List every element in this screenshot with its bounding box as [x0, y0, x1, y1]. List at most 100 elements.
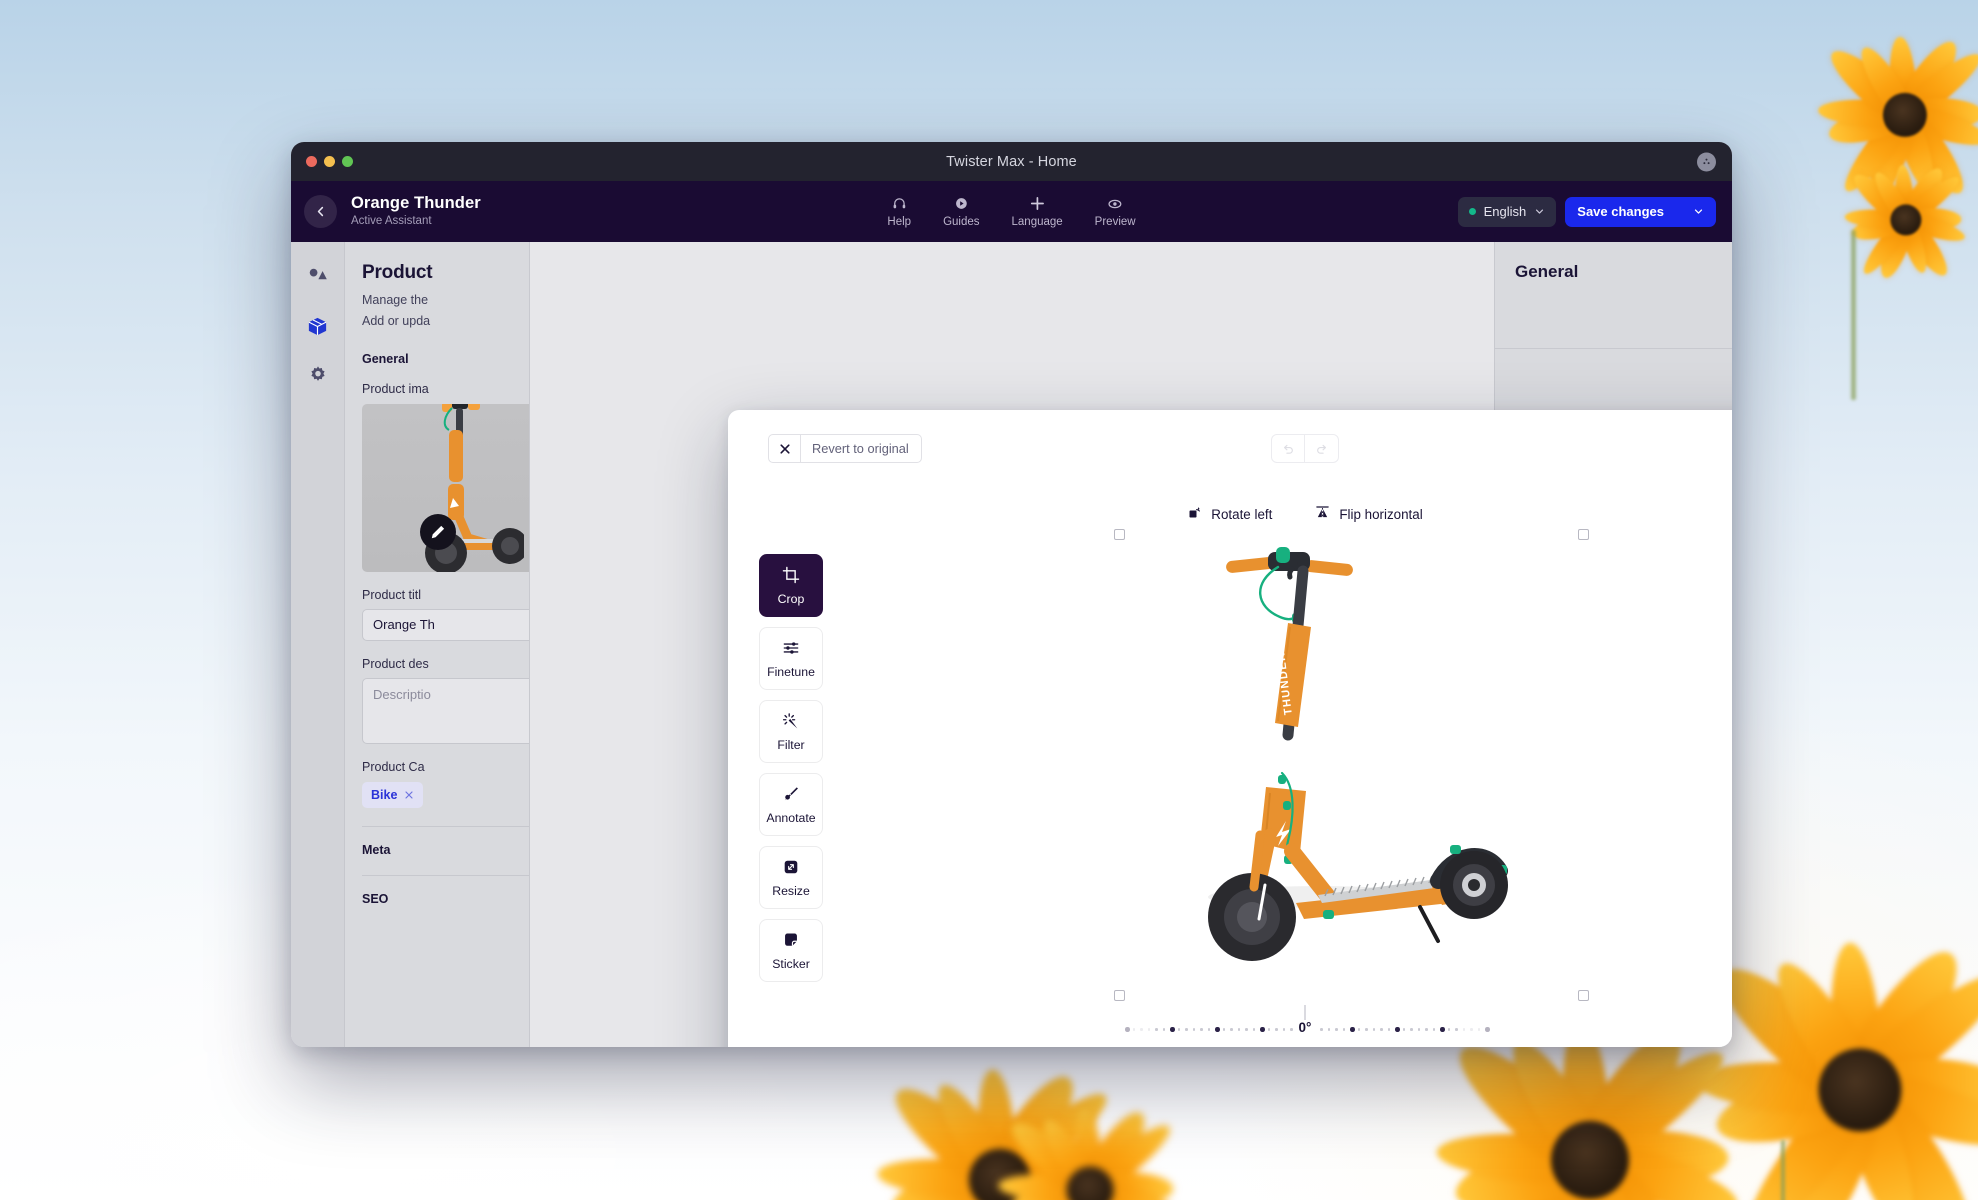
flower-petal: [1709, 1060, 1868, 1157]
slider-tick-minor: [1140, 1028, 1143, 1031]
revert-to-original-label: Revert to original: [812, 441, 909, 456]
flower-petal: [1837, 1082, 1928, 1200]
gear-icon: [310, 366, 325, 381]
slider-tick-minor: [1327, 1028, 1330, 1031]
tag-bike[interactable]: Bike: [362, 781, 424, 808]
flower-petal: [974, 1068, 1018, 1182]
tool-resize[interactable]: Resize: [759, 846, 823, 909]
flower-core: [1818, 1048, 1902, 1132]
crop-canvas[interactable]: THUNDER: [1114, 529, 1589, 1001]
slider-tick-minor: [1230, 1028, 1233, 1031]
flower-petal: [1089, 1171, 1174, 1200]
flip-horizontal-button[interactable]: Flip horizontal: [1315, 505, 1423, 523]
flower-petal: [1897, 217, 1932, 276]
tool-filter[interactable]: Filter: [759, 700, 823, 763]
flower-petal: [988, 1082, 1117, 1195]
nav-label-guides: Guides: [943, 216, 980, 228]
flower-petal: [1583, 1138, 1743, 1200]
tool-sticker-label: Sticker: [772, 956, 810, 971]
sidebar-item-products[interactable]: [305, 313, 331, 339]
nav-label-preview: Preview: [1094, 216, 1136, 228]
slider-tick-minor: [1320, 1028, 1323, 1031]
flower-petal: [883, 1075, 1015, 1198]
slider-tick-minor: [1380, 1028, 1383, 1031]
save-changes-label: Save changes: [1577, 204, 1664, 219]
product-category-tags: Bike: [362, 781, 529, 808]
crop-handle-bottom-left[interactable]: [1114, 990, 1125, 1001]
redo-button[interactable]: [1305, 435, 1338, 462]
tag-label: Bike: [371, 787, 398, 802]
right-panel-title: General: [1515, 262, 1579, 281]
tool-sticker[interactable]: Sticker: [759, 919, 823, 982]
nav-item-language[interactable]: Language: [1012, 195, 1063, 228]
close-icon[interactable]: [404, 790, 414, 800]
slider-tick-minor: [1477, 1028, 1480, 1031]
flower-petal: [1869, 168, 1914, 225]
rotate-left-button[interactable]: Rotate left: [1187, 505, 1272, 523]
flower-petal: [1017, 1181, 1101, 1200]
flower-petal: [1903, 211, 1968, 247]
crop-icon: [782, 566, 800, 585]
flower-petal: [1853, 1067, 1978, 1161]
flower-petal: [1892, 111, 1942, 194]
product-description-input[interactable]: Descriptio: [362, 677, 529, 744]
brush-icon: [782, 785, 800, 804]
rotation-slider[interactable]: 0°: [1125, 1005, 1490, 1045]
flip-horizontal-label: Flip horizontal: [1339, 506, 1423, 522]
slider-tick-minor: [1155, 1028, 1158, 1031]
product-image-preview[interactable]: [362, 403, 529, 572]
slider-tick-minor: [1432, 1028, 1435, 1031]
flower-petal: [1695, 1057, 1862, 1114]
nav-item-help[interactable]: Help: [887, 195, 911, 228]
nav-label-help: Help: [887, 216, 912, 228]
section-meta-label[interactable]: Meta: [362, 825, 529, 857]
flower-petal: [1731, 1075, 1880, 1200]
flower-petal: [876, 1155, 1001, 1198]
nav-item-guides[interactable]: Guides: [943, 195, 980, 228]
slider-tick-major: [1215, 1027, 1220, 1032]
crop-handle-top-right[interactable]: [1578, 529, 1589, 540]
play-circle-icon: [954, 195, 969, 212]
close-editor-icon[interactable]: [769, 435, 801, 462]
product-thumbnail-image: [406, 403, 524, 572]
left-settings-panel: Product Manage the Add or upda General P…: [345, 242, 530, 1047]
flower-petal: [1836, 107, 1916, 199]
undo-icon: [1283, 444, 1293, 454]
flower-petal: [1075, 1104, 1156, 1200]
plus-icon: [1029, 195, 1046, 212]
flower-petal: [1900, 171, 1965, 228]
save-changes-button[interactable]: Save changes: [1565, 196, 1716, 227]
flower-petal: [1589, 1129, 1729, 1189]
status-dot-icon: [1468, 208, 1476, 215]
flower-petal: [1844, 207, 1907, 229]
product-description-label: Product des: [362, 656, 429, 671]
edit-image-button[interactable]: [420, 513, 456, 550]
tool-finetune[interactable]: Finetune: [759, 627, 823, 690]
product-title-input[interactable]: Orange Th: [362, 608, 529, 641]
undo-button[interactable]: [1272, 435, 1305, 462]
back-button[interactable]: [304, 195, 337, 228]
slider-tick-minor: [1335, 1028, 1338, 1031]
sidebar-item-media[interactable]: [305, 264, 331, 290]
crop-handle-top-left[interactable]: [1114, 529, 1125, 540]
tool-crop-label: Crop: [777, 591, 805, 606]
flower-petal: [1847, 167, 1914, 229]
tool-annotate-label: Annotate: [766, 810, 816, 825]
tool-annotate[interactable]: Annotate: [759, 773, 823, 836]
flower-petal: [1896, 162, 1950, 227]
nav-item-preview[interactable]: Preview: [1095, 195, 1136, 228]
slider-tick-minor: [1162, 1028, 1165, 1031]
slider-tick-minor: [1275, 1028, 1278, 1031]
revert-to-original-button[interactable]: Revert to original: [768, 434, 922, 463]
slider-tick-minor: [1267, 1028, 1270, 1031]
box-icon: [308, 317, 327, 335]
section-seo-label[interactable]: SEO: [362, 874, 529, 906]
sidebar-item-settings[interactable]: [305, 362, 331, 388]
settings-dots-icon[interactable]: [1697, 152, 1716, 171]
language-selector[interactable]: English: [1457, 196, 1557, 227]
flower-petal: [982, 1174, 1051, 1200]
flower-petal: [1874, 216, 1917, 282]
tool-crop[interactable]: Crop: [759, 554, 823, 617]
crop-handle-bottom-right[interactable]: [1578, 990, 1589, 1001]
chevron-down-icon[interactable]: [1693, 206, 1704, 217]
